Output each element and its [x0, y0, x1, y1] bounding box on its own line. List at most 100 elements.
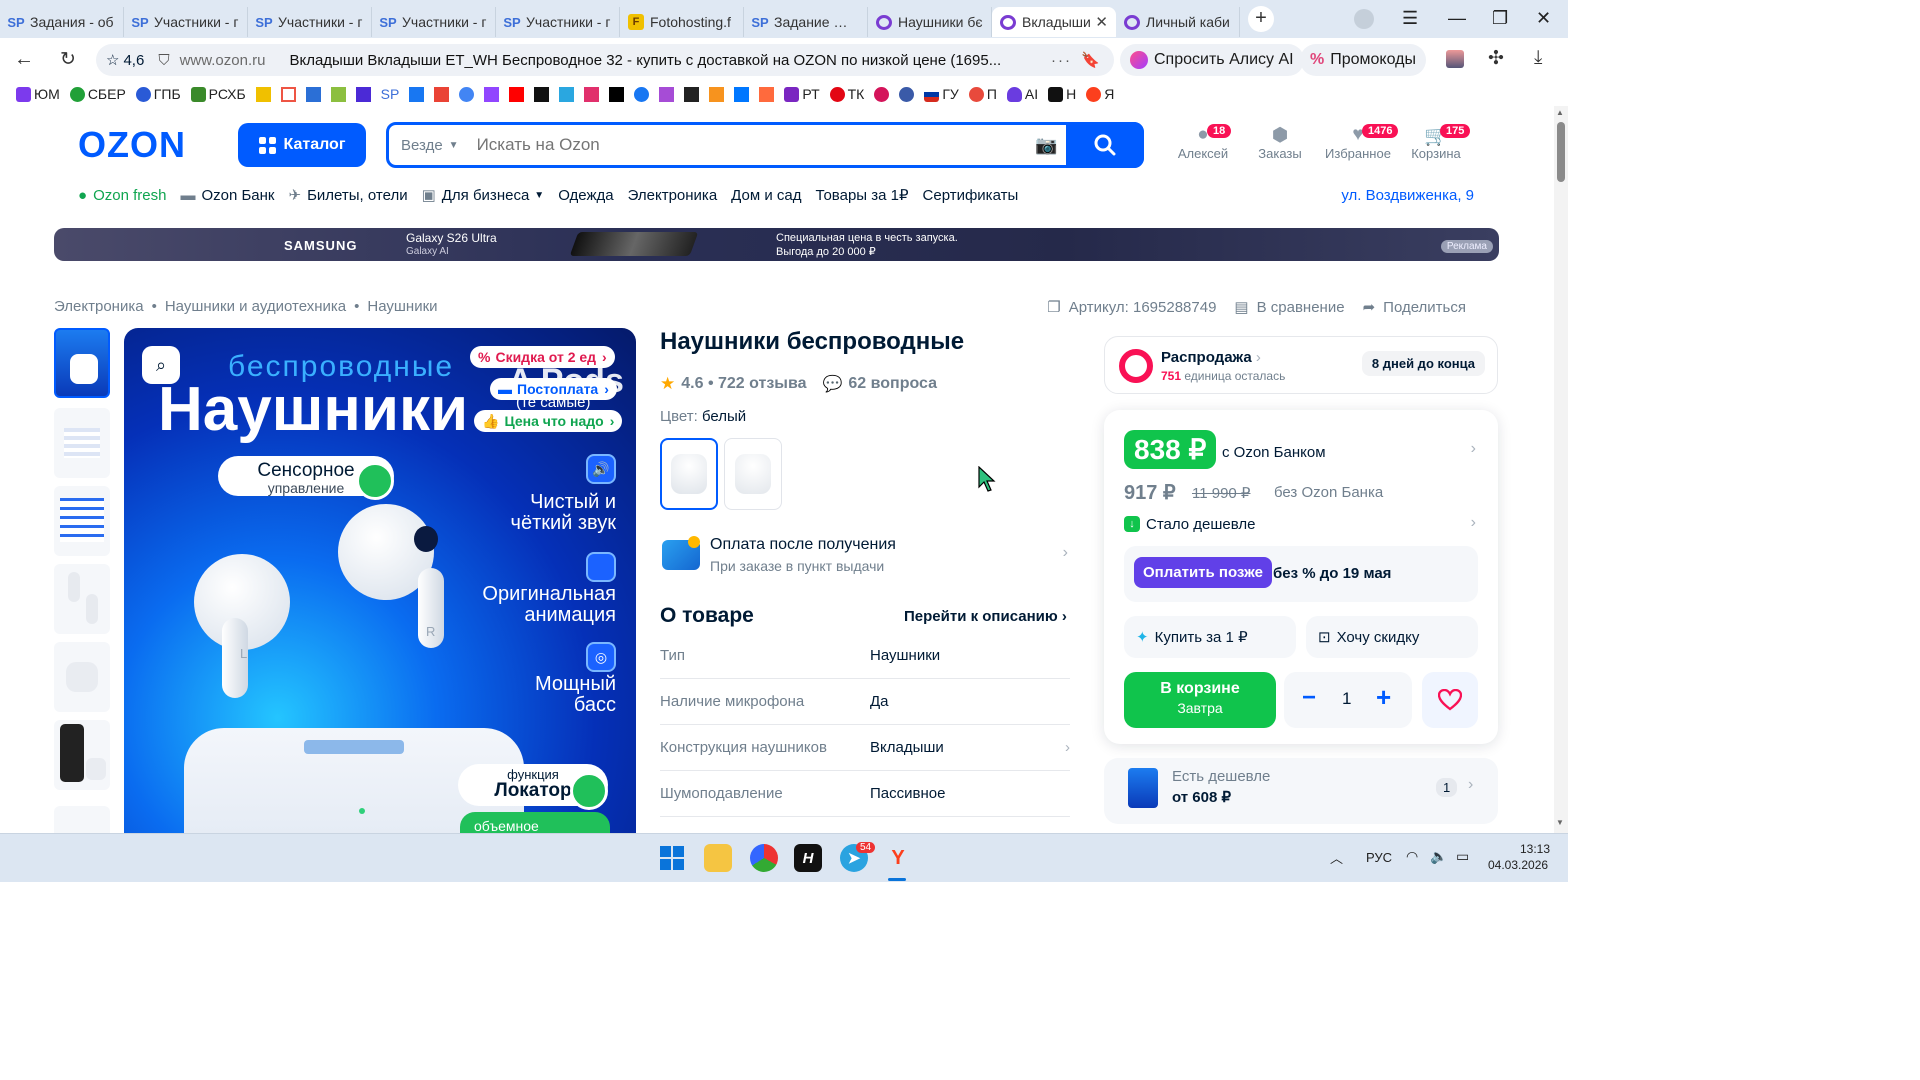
bookmark-p[interactable]: П [968, 86, 997, 102]
in-cart-button[interactable]: В корзине Завтра [1124, 672, 1276, 728]
clock-date[interactable]: 04.03.2026 [1488, 858, 1548, 872]
article-copy[interactable]: ❐ Артикул: 1695288749 [1047, 298, 1216, 317]
price-with-bank-label[interactable]: с Ozon Банком [1222, 444, 1326, 461]
fotohosting-bookmark-icon[interactable] [255, 86, 271, 102]
color-swatch-white[interactable] [660, 438, 718, 510]
battery-icon[interactable]: ▭ [1456, 848, 1469, 865]
bookmark-rshb[interactable]: РСХБ [190, 86, 246, 102]
questions-link[interactable]: 62 вопроса [848, 375, 937, 393]
favorite-button[interactable] [1422, 672, 1478, 728]
bookmark-icon[interactable] [305, 86, 321, 102]
nav-tickets[interactable]: ✈ Билеты, отели [289, 186, 408, 205]
input-language[interactable]: РУС [1366, 850, 1392, 865]
scrollbar-thumb[interactable] [1557, 122, 1565, 182]
bookmark-sp[interactable]: SP [381, 86, 400, 102]
favorites-button[interactable]: ♥ 1476 Избранное [1318, 124, 1399, 161]
search-scope-dropdown[interactable]: Везде ▼ [401, 137, 459, 154]
browser-tab[interactable]: Наушники бє [868, 7, 992, 37]
h-app-icon[interactable]: H [794, 844, 822, 872]
profile-avatar-icon[interactable] [1354, 9, 1374, 29]
plus-button[interactable]: + [1376, 682, 1391, 713]
minus-button[interactable]: − [1302, 684, 1316, 712]
product-main-image[interactable]: ⌕ беспроводные Наушники A Pods (те самые… [124, 328, 636, 833]
browser-app-icon[interactable] [750, 844, 778, 872]
thumbnail-7[interactable] [54, 806, 110, 833]
page-scrollbar[interactable]: ▲ ▼ [1554, 106, 1568, 833]
maximize-icon[interactable]: ❐ [1492, 8, 1508, 29]
cheaper-offer[interactable]: Есть дешевле от 608 ₽ 1 › [1104, 758, 1498, 824]
omnibox[interactable]: ☆ 4,6 ⛉ www.ozon.ru Вкладыши Вкладыши ET… [96, 44, 1114, 76]
volume-icon[interactable]: 🔈 [1430, 848, 1447, 865]
browser-tab[interactable]: Личный каби [1116, 7, 1240, 37]
nav-home-garden[interactable]: Дом и сад [731, 187, 801, 204]
bookmark-yum[interactable]: ЮМ [16, 86, 60, 102]
nav-electronics[interactable]: Электроника [628, 187, 718, 204]
bookmark-h[interactable]: Н [1048, 86, 1076, 102]
bookmark-icon[interactable] [559, 86, 575, 102]
back-icon[interactable]: ← [14, 48, 34, 71]
orders-button[interactable]: ⬢ Заказы [1240, 124, 1320, 161]
browser-tab[interactable]: SP Участники - г [124, 7, 248, 37]
browser-tab[interactable]: SP Задания - об [0, 7, 124, 37]
bookmark-icon[interactable] [330, 86, 346, 102]
camera-icon[interactable]: 📷 [1035, 135, 1057, 156]
bookmark-icon[interactable]: 🔖 [1081, 51, 1100, 69]
thumbnail-1[interactable] [54, 328, 110, 398]
compare-button[interactable]: ▤ В сравнение [1234, 298, 1344, 317]
puzzle-icon[interactable]: ✣ [1488, 47, 1504, 70]
tiktok-icon[interactable] [609, 86, 625, 102]
bookmark-icon[interactable] [659, 86, 675, 102]
windows-start-icon[interactable] [658, 844, 686, 872]
browser-tab[interactable]: SP Участники - г [248, 7, 372, 37]
scroll-up-icon[interactable]: ▲ [1556, 108, 1564, 117]
bookmark-tk[interactable]: ТК [829, 86, 864, 102]
carousel-dot[interactable] [359, 808, 365, 814]
thumbnail-3[interactable] [54, 486, 110, 556]
bookmark-icon[interactable] [759, 86, 775, 102]
bookmark-icon[interactable] [534, 86, 550, 102]
buy-for-1-button[interactable]: ✦ Купить за 1 ₽ [1124, 616, 1296, 658]
catalog-button[interactable]: Каталог [238, 123, 366, 167]
bookmark-gu[interactable]: ГУ [924, 86, 959, 102]
discount-chip[interactable]: % Скидка от 2 ед › [470, 346, 615, 368]
spec-row[interactable]: Конструкция наушников Вкладыши › [660, 725, 1070, 771]
reload-icon[interactable]: ↻ [60, 48, 76, 71]
nav-ozon-bank[interactable]: ▬ Ozon Банк [180, 187, 274, 204]
gmail-icon[interactable] [434, 86, 450, 102]
profile-button[interactable]: ● 18 Алексей [1163, 124, 1243, 161]
share-button[interactable]: ➦ Поделиться [1363, 298, 1466, 317]
instagram-icon[interactable] [584, 86, 600, 102]
browser-tab[interactable]: SP Участники - г [496, 7, 620, 37]
sale-banner[interactable]: Распродажа › 751 единица осталась 8 дней… [1104, 336, 1498, 394]
clock-time[interactable]: 13:13 [1490, 842, 1550, 856]
more-icon[interactable]: ··· [1051, 52, 1072, 69]
fair-price-chip[interactable]: 👍 Цена что надо › [474, 410, 623, 432]
browser-tab[interactable]: SP Задание №2( [744, 7, 868, 37]
vk-icon[interactable] [734, 86, 750, 102]
youtube-icon[interactable] [509, 86, 525, 102]
search-input[interactable] [476, 135, 997, 155]
bookmark-gpb[interactable]: ГПБ [135, 86, 181, 102]
breadcrumb-item[interactable]: Наушники и аудиотехника [165, 298, 346, 315]
promo-codes-button[interactable]: % Промокоды [1300, 44, 1426, 76]
minimize-icon[interactable]: — [1448, 8, 1466, 29]
browser-tab[interactable]: SP Участники - г [372, 7, 496, 37]
shield-bookmark-icon[interactable] [355, 86, 371, 102]
bookmark-ai[interactable]: AI [1006, 86, 1038, 102]
tray-chevron-up-icon[interactable]: ︿ [1330, 848, 1343, 867]
pay-later-button[interactable]: Оплатить позже [1134, 557, 1272, 588]
ozon-logo[interactable]: OZON [78, 124, 186, 166]
ask-alice-button[interactable]: Спросить Алису AI [1120, 44, 1304, 76]
twitch-icon[interactable] [484, 86, 500, 102]
postpay-chip[interactable]: ▬ Постоплата › [490, 378, 617, 400]
browser-tab-active[interactable]: Вкладыши ✕ [992, 7, 1116, 37]
odnoklassniki-icon[interactable] [709, 86, 725, 102]
thumbnail-4[interactable] [54, 564, 110, 634]
nav-ozon-fresh[interactable]: ● Ozon fresh [78, 187, 166, 204]
bookmark-icon[interactable] [409, 86, 425, 102]
close-window-icon[interactable]: ✕ [1536, 8, 1551, 29]
bookmark-icon[interactable] [280, 86, 296, 102]
yandex-browser-icon[interactable]: Y [884, 844, 912, 872]
search-button[interactable] [1066, 122, 1144, 168]
bookmark-sber[interactable]: СБЕР [69, 86, 126, 102]
